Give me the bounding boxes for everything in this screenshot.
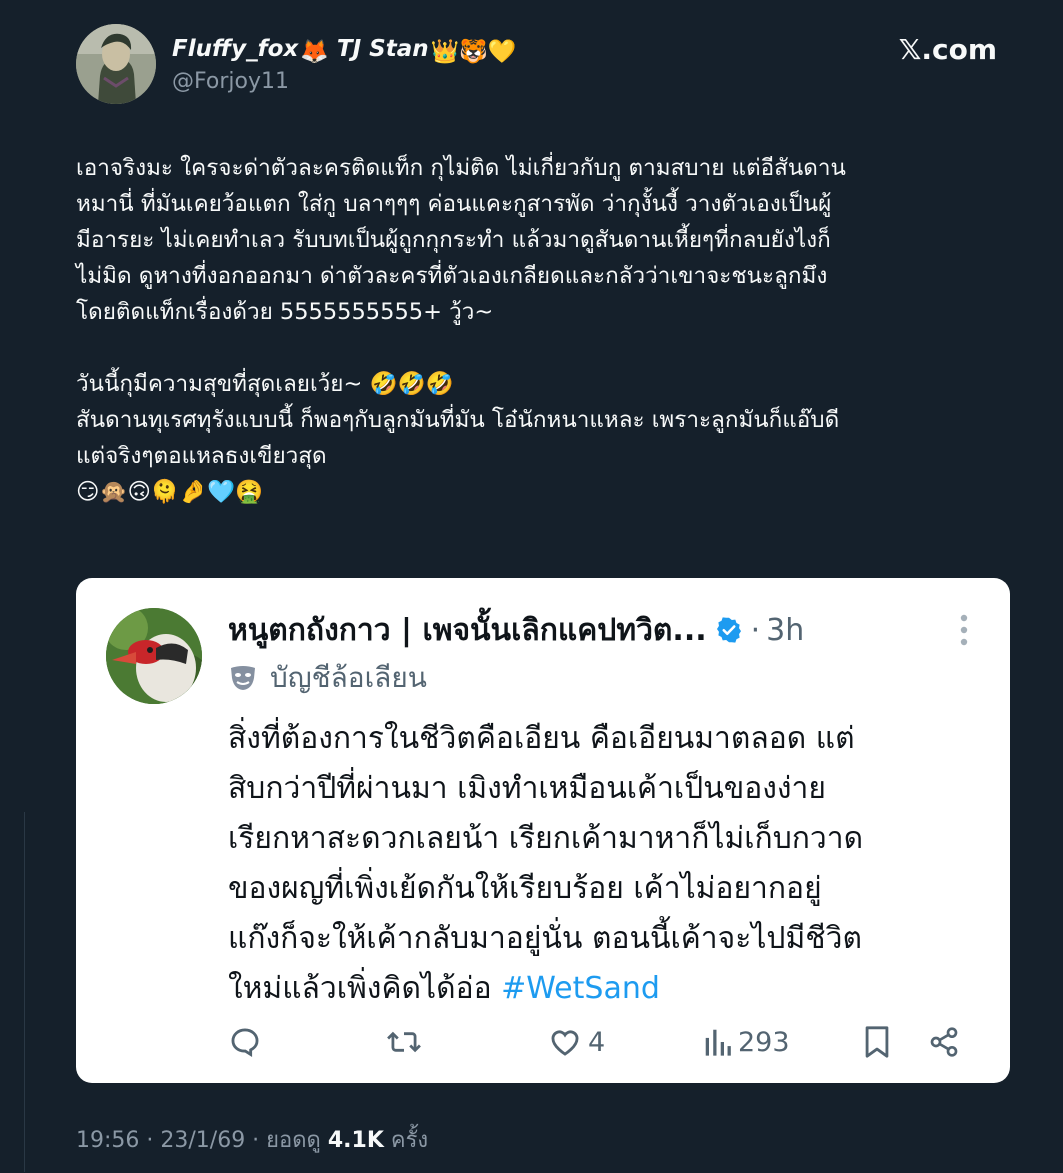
post-view-count: 4.1K [327,1128,384,1153]
display-name-suffix: TJ Stan [336,36,429,62]
views-count: 293 [738,1026,790,1058]
theater-mask-icon [231,666,255,690]
divider [24,812,25,1172]
quoted-author-name[interactable]: หนูตกถังกาว | เพจนั้นเลิกแคปทวิต... [228,607,707,654]
share-button[interactable] [928,1018,960,1066]
hashtag-link[interactable]: #WetSand [501,971,660,1006]
heart-icon [551,1030,579,1056]
display-name-text: Fluffy_fox [172,36,299,62]
separator-dot: · [750,612,761,648]
views-suffix: ครั้ง [383,1128,429,1153]
name-emojis: 👑🐯💛 [430,39,517,65]
tweet-line: มีอารยะ ไม่เคยทำเลว รับบทเป็นผู้ถูกกุกระ… [76,227,831,253]
quoted-line-prefix: ใหม่แล้วเพิ่งคิดได้อ่อ [228,971,502,1006]
tweet-line: สันดานทุเรศทุรังแบบนี้ ก็พอๆกับลูกมันที่… [76,407,840,433]
repost-button[interactable] [386,1018,422,1066]
fox-emoji: 🦊 [300,39,329,65]
bookmark-button[interactable] [862,1018,892,1066]
views-button[interactable]: 293 [704,1018,790,1066]
share-icon [930,1027,958,1057]
tweet-line: โดยติดแท็กเรื่องด้วย 5555555555+ วู้ว~ [76,299,494,325]
post-metadata: 19:56 · 23/1/69 · ยอดดู 4.1K ครั้ง [76,1124,428,1158]
author-handle[interactable]: @Forjoy11 [172,68,289,96]
more-options-icon[interactable] [956,610,972,650]
quoted-line: ใหม่แล้วเพิ่งคิดได้อ่อ #WetSand [228,964,988,1014]
author-display-name[interactable]: Fluffy_fox🦊 TJ Stan👑🐯💛 [172,34,517,67]
quoted-post-time[interactable]: 3h [766,613,804,648]
quoted-line: สิ่งที่ต้องการในชีวิตคือเอียน คือเอียนมา… [228,721,855,756]
quoted-author-avatar[interactable] [106,608,202,704]
quoted-post-actions: 4 293 [228,1018,968,1066]
post-timestamp[interactable]: 19:56 · 23/1/69 · ยอดดู [76,1128,328,1153]
parody-account-label: บัญชีล้อเลียน [228,658,427,698]
tweet-screenshot: Fluffy_fox🦊 TJ Stan👑🐯💛 @Forjoy11 𝕏.com เ… [0,0,1063,1173]
x-logo-icon: 𝕏 [898,33,922,66]
quoted-author-header[interactable]: หนูตกถังกาว | เพจนั้นเลิกแคปทวิต... · 3h [228,608,804,652]
tweet-line: วันนี้กุมีความสุขที่สุดเลยเว้ย~ 🤣🤣🤣 [76,371,454,397]
bookmark-icon [865,1026,889,1058]
author-avatar[interactable] [76,24,156,104]
tweet-line: ไม่มิด ดูหางที่งอกออกมา ด่าตัวละครที่ตัว… [76,263,828,289]
reply-button[interactable] [228,1018,262,1066]
like-button[interactable]: 4 [548,1018,605,1066]
repost-icon [387,1031,421,1053]
quoted-line: เรียกหาสะดวกเลยน้า เรียกเค้ามาหาก็ไม่เก็… [228,821,864,856]
quoted-line: แก๊งก็จะให้เค้ากลับมาอยู่นั่น ตอนนี้เค้า… [228,921,862,956]
brand-domain: .com [921,33,997,66]
tweet-line: เอาจริงมะ ใครจะด่าตัวละครติดแท็ก กุไม่ติ… [76,155,846,181]
parody-label-text: บัญชีล้อเลียน [270,661,427,694]
x-logo-brand: 𝕏.com [899,33,997,67]
tweet-line: แต่จริงๆตอแหลธงเขียวสุด [76,443,327,469]
quoted-post-text: สิ่งที่ต้องการในชีวิตคือเอียน คือเอียนมา… [228,714,988,1014]
quoted-post-card[interactable]: หนูตกถังกาว | เพจนั้นเลิกแคปทวิต... · 3h… [76,578,1010,1083]
tweet-line: หมานี่ ที่มันเคยว้อแตก ใส่กู บลาๆๆๆ ค่อน… [76,191,832,217]
reply-icon [231,1028,259,1058]
verified-badge-icon [716,617,741,643]
quoted-line: สิบกว่าปีที่ผ่านมา เมิงทำเหมือนเค้าเป็นข… [228,771,826,806]
analytics-icon [705,1029,731,1056]
quoted-line: ของผญที่เพิ่งเย้ดกันให้เรียบร้อย เค้าไม่… [228,871,822,906]
emoji-line: 😏🙊🙃🫠🤌🩵🤮 [76,479,263,505]
tweet-text: เอาจริงมะ ใครจะด่าตัวละครติดแท็ก กุไม่ติ… [76,150,1036,510]
like-count: 4 [588,1026,606,1058]
